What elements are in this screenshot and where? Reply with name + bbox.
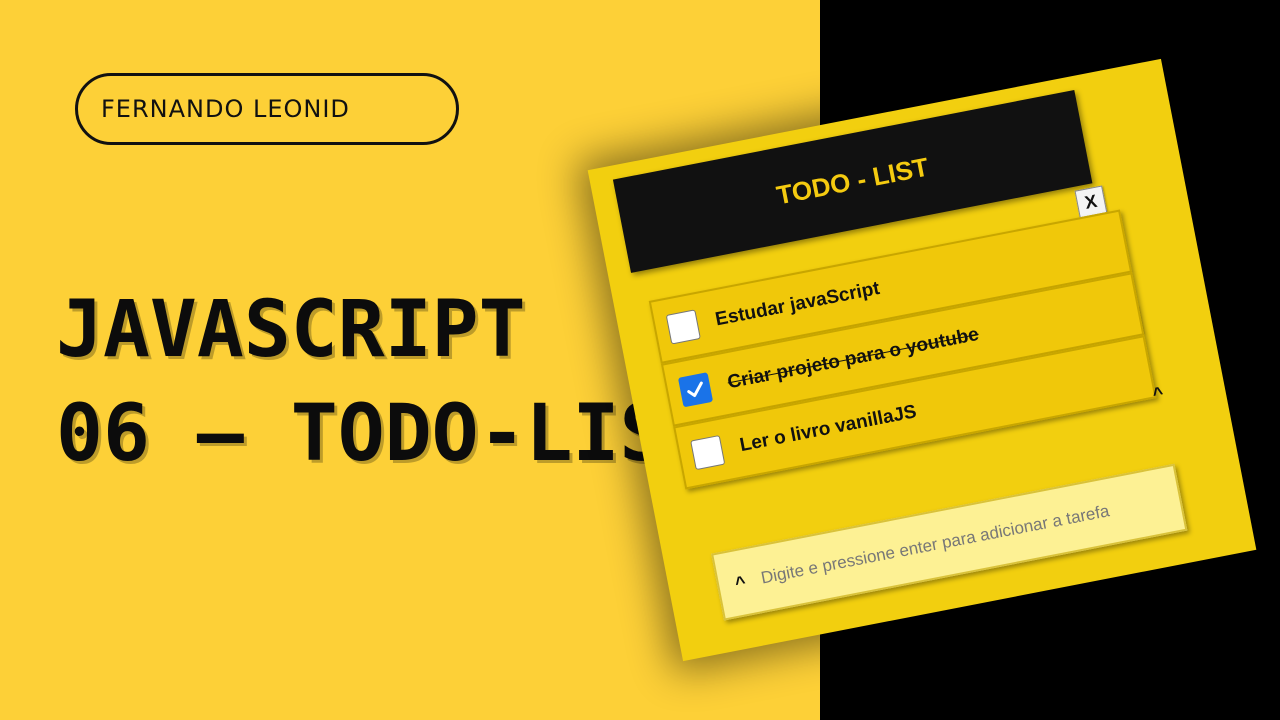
- headline-line-1: JAVASCRIPT: [56, 285, 526, 375]
- caret-up-icon[interactable]: ^: [1151, 383, 1165, 406]
- check-icon: [687, 381, 703, 398]
- item-checkbox-checked[interactable]: [677, 372, 714, 408]
- item-checkbox[interactable]: [665, 309, 701, 345]
- todo-title: TODO - LIST: [774, 151, 932, 211]
- item-label: Ler o livro vanillaJS: [738, 401, 919, 457]
- item-checkbox[interactable]: [690, 434, 726, 471]
- item-label: Estudar javaScript: [713, 278, 882, 331]
- new-task-input[interactable]: [759, 492, 1156, 589]
- caret-up-icon[interactable]: ^: [733, 571, 747, 594]
- headline-line-2: 06 — TODO-LIST: [56, 389, 714, 479]
- author-name: FERNANDO LEONID: [101, 95, 350, 123]
- author-badge: FERNANDO LEONID: [75, 73, 459, 145]
